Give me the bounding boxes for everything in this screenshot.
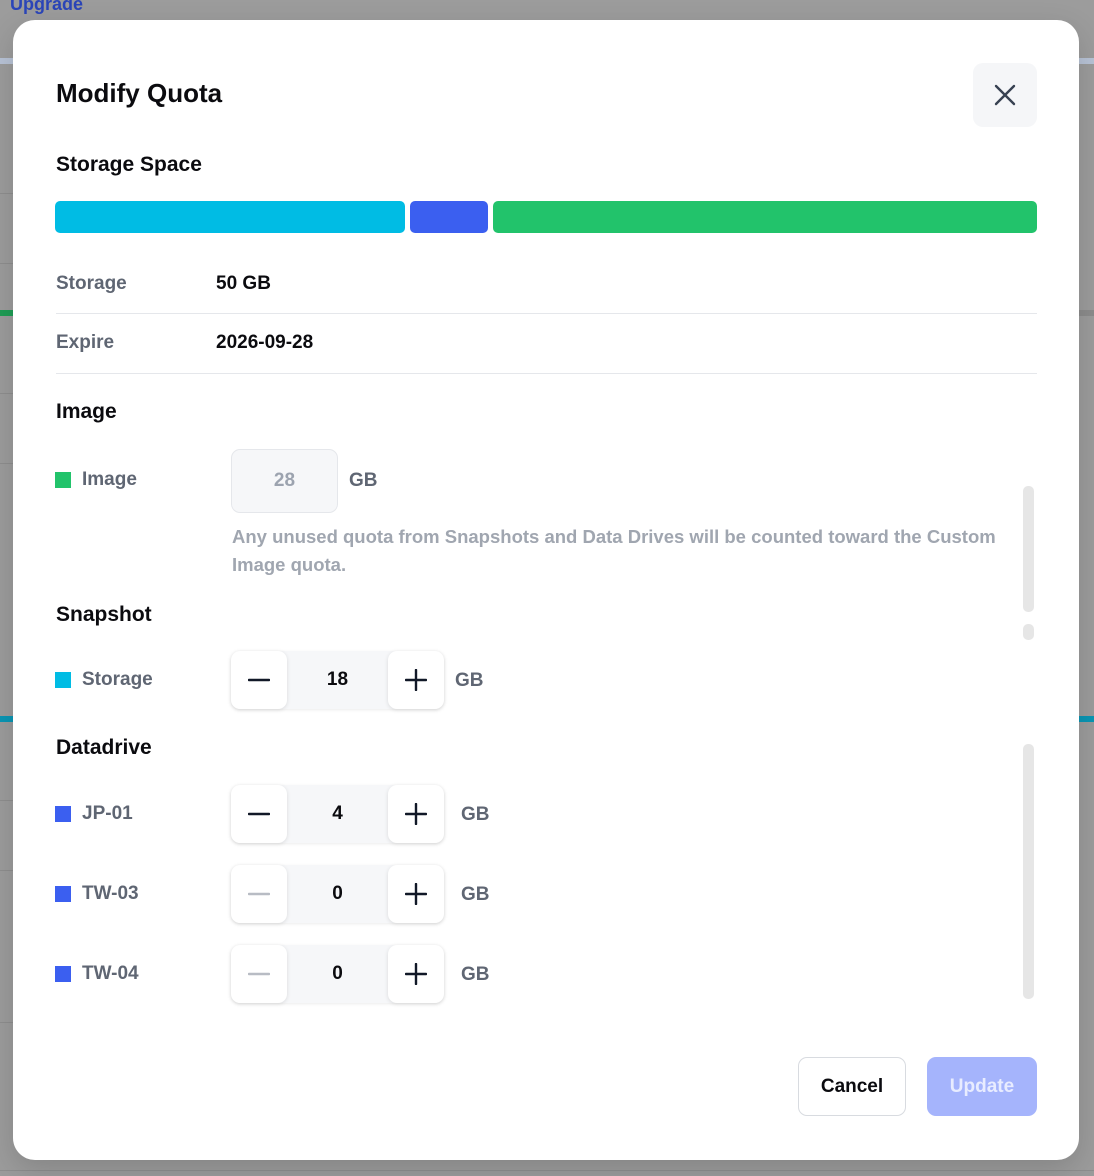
image-quota-hint: Any unused quota from Snapshots and Data… [232, 526, 996, 575]
image-legend: Image [55, 465, 137, 495]
divider [56, 373, 1037, 374]
bg-accent [0, 716, 13, 722]
close-icon [994, 84, 1016, 106]
tw04-decrement-button[interactable] [231, 945, 287, 1003]
modal-title: Modify Quota [56, 78, 223, 108]
snapshot-color-swatch [55, 672, 71, 688]
expire-label: Expire [56, 332, 115, 353]
jp01-increment-button[interactable] [388, 785, 444, 843]
plus-icon [405, 803, 427, 825]
usage-segment-snapshot [55, 201, 405, 233]
image-section-title: Image [56, 400, 117, 423]
datadrive-color-swatch [55, 966, 71, 982]
tw04-value[interactable]: 0 [287, 945, 388, 1003]
plus-icon [405, 669, 427, 691]
usage-segment-datadrive [410, 201, 488, 233]
expire-value: 2026-09-28 [216, 332, 314, 353]
snapshot-label: Storage [82, 669, 153, 690]
tw04-unit: GB [461, 964, 490, 985]
tw03-value[interactable]: 0 [287, 865, 388, 923]
bg-divider [0, 1170, 1094, 1171]
datadrive-color-swatch [55, 806, 71, 822]
storage-space-title: Storage Space [56, 153, 202, 176]
plus-icon [405, 963, 427, 985]
datadrive-legend-tw03: TW-03 [55, 879, 139, 909]
snapshot-legend: Storage [55, 665, 153, 695]
jp01-unit: GB [461, 804, 490, 825]
image-quota-input: 28 [231, 449, 338, 513]
datadrive-color-swatch [55, 886, 71, 902]
snapshot-value[interactable]: 18 [287, 651, 388, 709]
image-label: Image [82, 469, 137, 490]
bg-divider [0, 193, 13, 194]
tw03-increment-button[interactable] [388, 865, 444, 923]
snapshot-stepper: 18 [231, 651, 444, 709]
scrollbar[interactable] [1023, 486, 1034, 612]
update-button[interactable]: Update [927, 1057, 1037, 1116]
bg-divider [0, 263, 13, 264]
bg-divider [0, 463, 13, 464]
datadrive-legend-jp01: JP-01 [55, 799, 133, 829]
datadrive-label: TW-03 [82, 883, 139, 904]
bg-accent [1079, 310, 1094, 316]
image-color-swatch [55, 472, 71, 488]
tw04-increment-button[interactable] [388, 945, 444, 1003]
storage-label: Storage [56, 273, 127, 294]
datadrive-label: JP-01 [82, 803, 133, 824]
upgrade-link: Upgrade [10, 0, 84, 14]
bg-accent [1079, 58, 1094, 64]
close-button[interactable] [973, 63, 1037, 127]
storage-row: Storage 50 GB [56, 254, 1037, 314]
scrollbar[interactable] [1023, 744, 1034, 999]
storage-usage-bar [55, 201, 1037, 233]
image-unit: GB [349, 470, 378, 491]
bg-accent [0, 310, 13, 316]
datadrive-label: TW-04 [82, 963, 139, 984]
expire-row: Expire 2026-09-28 [56, 313, 1037, 373]
minus-icon [248, 678, 270, 682]
scrollbar[interactable] [1023, 624, 1034, 640]
datadrive-stepper-jp01: 4 [231, 785, 444, 843]
bg-divider [0, 393, 13, 394]
jp01-decrement-button[interactable] [231, 785, 287, 843]
usage-segment-image [493, 201, 1037, 233]
bg-divider [0, 1022, 13, 1023]
datadrive-section-title: Datadrive [56, 736, 152, 759]
jp01-value[interactable]: 4 [287, 785, 388, 843]
bg-divider [0, 800, 13, 801]
snapshot-increment-button[interactable] [388, 651, 444, 709]
minus-icon [248, 972, 270, 976]
minus-icon [248, 892, 270, 896]
datadrive-legend-tw04: TW-04 [55, 959, 139, 989]
minus-icon [248, 812, 270, 816]
datadrive-stepper-tw03: 0 [231, 865, 444, 923]
snapshot-section-title: Snapshot [56, 603, 152, 626]
tw03-unit: GB [461, 884, 490, 905]
storage-value: 50 GB [216, 273, 271, 294]
plus-icon [405, 883, 427, 905]
bg-accent [0, 58, 13, 64]
cancel-button[interactable]: Cancel [798, 1057, 906, 1116]
snapshot-decrement-button[interactable] [231, 651, 287, 709]
bg-accent [1079, 716, 1094, 722]
modify-quota-modal: Modify Quota Storage Space Storage 50 GB… [13, 20, 1079, 1160]
bg-divider [0, 870, 13, 871]
snapshot-unit: GB [455, 670, 484, 691]
datadrive-stepper-tw04: 0 [231, 945, 444, 1003]
tw03-decrement-button[interactable] [231, 865, 287, 923]
